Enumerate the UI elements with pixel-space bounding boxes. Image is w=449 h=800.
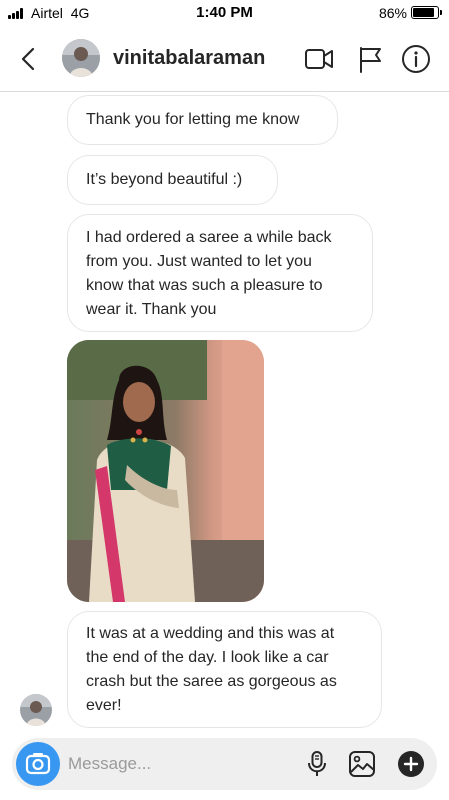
- message-bubble[interactable]: It was at a wedding and this was at the …: [67, 611, 382, 728]
- gallery-button[interactable]: [348, 750, 376, 778]
- voice-message-button[interactable]: [303, 750, 331, 778]
- message-line: the end of the day. I look like a car: [86, 649, 329, 666]
- sender-avatar[interactable]: [20, 694, 52, 726]
- message-bubble[interactable]: I had ordered a saree a while back from …: [67, 214, 373, 332]
- camera-button[interactable]: [16, 742, 60, 786]
- signal-icon: [8, 8, 26, 19]
- battery-percent: 86%: [378, 5, 407, 21]
- flag-icon: [360, 47, 381, 73]
- message-line: I had ordered a saree a while back: [86, 229, 332, 246]
- message-line: ever!: [86, 697, 122, 714]
- plus-icon: [398, 751, 424, 777]
- message-text: Thank you for letting me know: [86, 111, 300, 128]
- chevron-left-icon: [21, 47, 35, 71]
- back-button[interactable]: [16, 46, 42, 72]
- chat-header: vinitabalaraman: [0, 26, 449, 92]
- message-composer: [12, 738, 437, 790]
- video-camera-icon: [305, 49, 333, 69]
- photo-icon: [67, 340, 264, 602]
- message-input[interactable]: [68, 750, 288, 778]
- carrier-label: Airtel 4G: [31, 5, 90, 21]
- battery-icon: [411, 6, 442, 19]
- message-line: from you. Just wanted to let you: [86, 253, 312, 270]
- message-bubble[interactable]: Thank you for letting me know: [67, 95, 338, 145]
- gallery-icon: [349, 751, 375, 777]
- info-button[interactable]: [401, 44, 431, 74]
- chat-username[interactable]: vinitabalaraman: [113, 47, 265, 70]
- video-call-button[interactable]: [304, 44, 334, 74]
- photo-message[interactable]: [67, 340, 264, 602]
- avatar[interactable]: [62, 39, 100, 77]
- message-line: crash but the saree as gorgeous as: [86, 673, 337, 690]
- camera-icon: [25, 753, 51, 775]
- message-line: It was at a wedding and this was at: [86, 625, 335, 642]
- message-line: wear it. Thank you: [86, 301, 217, 318]
- info-icon: [402, 45, 430, 73]
- message-line: know that was such a pleasure to: [86, 277, 323, 294]
- microphone-icon: [308, 751, 326, 776]
- report-button[interactable]: [355, 44, 385, 74]
- status-bar: Airtel 4G 1:40 PM 86%: [0, 0, 449, 26]
- more-options-button[interactable]: [397, 750, 425, 778]
- message-bubble[interactable]: It’s beyond beautiful :): [67, 155, 278, 205]
- message-text: It’s beyond beautiful :): [86, 171, 243, 188]
